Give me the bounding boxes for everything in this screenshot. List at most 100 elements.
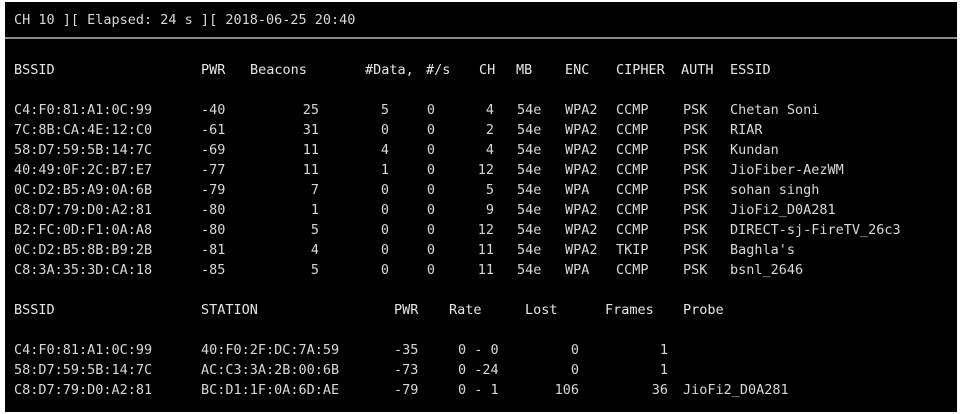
cell-rate: 0 xyxy=(426,162,435,178)
col-enc: ENC xyxy=(565,62,590,78)
cell-beacons: 5 xyxy=(310,262,319,278)
cell-ch: 11 xyxy=(477,262,494,278)
cell-pwr: -85 xyxy=(201,262,226,278)
col-essid: ESSID xyxy=(730,62,771,78)
cell-beacons: 7 xyxy=(310,182,319,198)
cell-station: BC:D1:1F:0A:6D:AE xyxy=(201,382,340,398)
cell-essid: bsnl_2646 xyxy=(730,262,804,278)
cell-pwr: -79 xyxy=(394,382,419,398)
cell-data: 0 xyxy=(380,202,389,218)
ap-row: C8:D7:79:D0:A2:81 -80 1 0 0 9 54e WPA2 CCMP PSK Ji… xyxy=(5,200,957,220)
cell-bssid: 0C:D2:B5:A9:0A:6B xyxy=(14,182,153,198)
cell-cipher: CCMP xyxy=(616,162,649,178)
cell-ch: 11 xyxy=(477,242,494,258)
cell-bssid: C8:D7:79:D0:A2:81 xyxy=(14,382,153,398)
cell-ch: 9 xyxy=(485,202,494,218)
cell-lost: 0 xyxy=(570,342,579,358)
cell-cipher: CCMP xyxy=(616,122,649,138)
cell-auth: PSK xyxy=(683,102,708,118)
status-line: CH 10 ][ Elapsed: 24 s ][ 2018-06-25 20:… xyxy=(14,12,356,28)
cell-cipher: CCMP xyxy=(616,202,649,218)
cell-beacons: 11 xyxy=(302,162,319,178)
cell-ch: 2 xyxy=(485,122,494,138)
ap-table-header: BSSID PWR Beacons #Data, #/s CH MB ENC C… xyxy=(5,60,957,80)
cell-data: 1 xyxy=(380,162,389,178)
cell-pwr: -81 xyxy=(201,242,226,258)
cell-essid: Chetan Soni xyxy=(730,102,820,118)
cell-pwr: -69 xyxy=(201,142,226,158)
cell-cipher: TKIP xyxy=(616,242,649,258)
status-header: CH 10 ][ Elapsed: 24 s ][ 2018-06-25 20:… xyxy=(5,2,957,39)
cell-enc: WPA2 xyxy=(565,142,598,158)
cell-pwr: -80 xyxy=(201,202,226,218)
ap-row: 0C:D2:B5:A9:0A:6B -79 7 0 0 5 54e WPA CCMP PSK soh… xyxy=(5,180,957,200)
cell-data: 0 xyxy=(380,262,389,278)
col-data: #Data, xyxy=(365,62,414,78)
cell-data: 0 xyxy=(380,182,389,198)
cell-enc: WPA2 xyxy=(565,122,598,138)
cell-rate: 0 -24 xyxy=(458,362,499,378)
cell-rate: 0 xyxy=(426,142,435,158)
cell-pwr: -77 xyxy=(201,162,226,178)
cell-rate: 0 - 0 xyxy=(458,342,499,358)
cell-auth: PSK xyxy=(683,142,708,158)
cell-rate: 0 xyxy=(426,262,435,278)
cell-auth: PSK xyxy=(683,202,708,218)
ap-row: 7C:8B:CA:4E:12:C0 -61 31 0 0 2 54e WPA2 CCMP PSK R… xyxy=(5,120,957,140)
col-auth: AUTH xyxy=(681,62,714,78)
cell-essid: RIAR xyxy=(730,122,763,138)
col-beacons: Beacons xyxy=(250,62,307,78)
cell-mb: 54e xyxy=(517,142,542,158)
ap-row: 0C:D2:B5:8B:B9:2B -81 4 0 0 11 54e WPA2 TKIP PSK B… xyxy=(5,240,957,260)
cell-rate: 0 xyxy=(426,202,435,218)
cell-station: AC:C3:3A:2B:00:6B xyxy=(201,362,340,378)
col-pwr: PWR xyxy=(394,302,419,318)
col-rate: Rate xyxy=(449,302,482,318)
col-frames: Frames xyxy=(605,302,654,318)
cell-bssid: 40:49:0F:2C:B7:E7 xyxy=(14,162,153,178)
cell-beacons: 11 xyxy=(302,142,319,158)
cell-essid: DIRECT-sj-FireTV_26c3 xyxy=(730,222,901,238)
cell-cipher: CCMP xyxy=(616,142,649,158)
cell-ch: 5 xyxy=(485,182,494,198)
cell-rate: 0 xyxy=(426,182,435,198)
cell-beacons: 31 xyxy=(302,122,319,138)
cell-essid: sohan singh xyxy=(730,182,820,198)
col-mb: MB xyxy=(516,62,533,78)
cell-rate: 0 xyxy=(426,242,435,258)
cell-cipher: CCMP xyxy=(616,102,649,118)
cell-bssid: C8:3A:35:3D:CA:18 xyxy=(14,262,153,278)
ap-row: 40:49:0F:2C:B7:E7 -77 11 1 0 12 54e WPA2 CCMP PSK… xyxy=(5,160,957,180)
cell-mb: 54e xyxy=(517,122,542,138)
cell-pwr: -35 xyxy=(394,342,419,358)
cell-enc: WPA2 xyxy=(565,162,598,178)
cell-frames: 36 xyxy=(651,382,668,398)
cell-auth: PSK xyxy=(683,242,708,258)
cell-probe: JioFi2_D0A281 xyxy=(683,382,789,398)
cell-lost: 0 xyxy=(570,362,579,378)
cell-frames: 1 xyxy=(659,362,668,378)
ap-row: B2:FC:0D:F1:0A:A8 -80 5 0 0 12 54e WPA2 CCMP PSK D… xyxy=(5,220,957,240)
col-cipher: CIPHER xyxy=(616,62,665,78)
col-station: STATION xyxy=(201,302,258,318)
cell-essid: JioFi2_D0A281 xyxy=(730,202,836,218)
station-row: C4:F0:81:A1:0C:99 40:F0:2F:DC:7A:59 -35 0 -… xyxy=(5,340,957,360)
ap-row: 58:D7:59:5B:14:7C -69 11 4 0 4 54e WPA2 CCMP PSK K… xyxy=(5,140,957,160)
cell-cipher: CCMP xyxy=(616,182,649,198)
cell-auth: PSK xyxy=(683,182,708,198)
cell-bssid: 7C:8B:CA:4E:12:C0 xyxy=(14,122,153,138)
cell-auth: PSK xyxy=(683,262,708,278)
cell-auth: PSK xyxy=(683,222,708,238)
cell-beacons: 25 xyxy=(302,102,319,118)
cell-data: 0 xyxy=(380,122,389,138)
cell-mb: 54e xyxy=(517,242,542,258)
cell-bssid: 0C:D2:B5:8B:B9:2B xyxy=(14,242,153,258)
station-table-header: BSSID STATION PWR Rate Lost Frames Probe xyxy=(5,300,957,320)
cell-enc: WPA2 xyxy=(565,222,598,238)
cell-cipher: CCMP xyxy=(616,262,649,278)
cell-rate: 0 xyxy=(426,102,435,118)
col-lost: Lost xyxy=(525,302,558,318)
col-rate: #/s xyxy=(426,62,451,78)
station-row: 58:D7:59:5B:14:7C AC:C3:3A:2B:00:6B -73 0 -… xyxy=(5,360,957,380)
cell-frames: 1 xyxy=(659,342,668,358)
